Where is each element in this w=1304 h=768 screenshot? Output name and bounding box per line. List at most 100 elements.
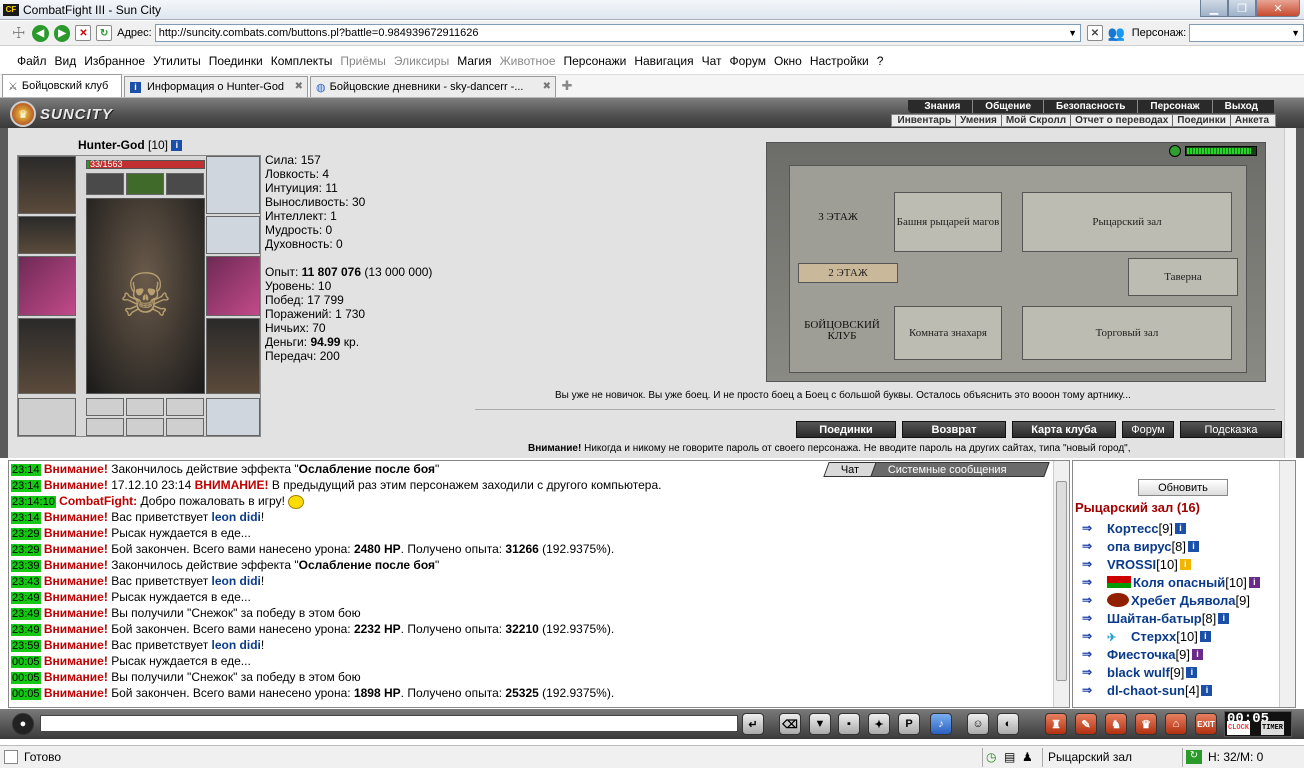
user-name[interactable]: Хребет Дьявола — [1131, 593, 1236, 608]
menu-item[interactable]: Утилиты — [153, 54, 201, 68]
info-icon[interactable]: i — [1191, 648, 1203, 660]
amulet-slot[interactable] — [126, 173, 164, 195]
info-icon[interactable]: i — [1179, 558, 1191, 570]
potion-icon[interactable]: ♜ — [1045, 713, 1067, 735]
sync-icon[interactable]: ↻ — [1186, 750, 1202, 764]
nav-bottom-item[interactable]: Инвентарь — [894, 115, 957, 126]
chat-timestamp[interactable]: 23:14 — [11, 464, 41, 476]
user-row[interactable]: ⇒ black wulf [9] i — [1075, 663, 1260, 681]
chat-nick[interactable]: leon didi — [212, 638, 261, 652]
user-name[interactable]: Шайтан-батыр — [1107, 611, 1202, 626]
info-icon[interactable]: i — [1201, 684, 1213, 696]
chat-timestamp[interactable]: 23:49 — [11, 608, 41, 620]
users-icon[interactable]: 👥 — [1108, 25, 1126, 42]
chat-timestamp[interactable]: 23:29 — [11, 544, 41, 556]
weapon-right-slot[interactable] — [206, 256, 260, 316]
fights-button[interactable]: Поединки — [796, 421, 896, 438]
user-row[interactable]: ⇒ Хребет Дьявола [9] — [1075, 591, 1260, 609]
map-room-knights-hall[interactable]: Рыцарский зал — [1022, 192, 1232, 252]
eraser-icon[interactable]: ⌫ — [779, 713, 801, 735]
user-name[interactable]: Стерхх — [1131, 629, 1176, 644]
maximize-button[interactable]: ❐ — [1228, 0, 1256, 17]
chat-timestamp[interactable]: 23:14:10 — [11, 496, 56, 508]
scroll-icon[interactable]: ✎ — [1075, 713, 1097, 735]
stop-button[interactable]: ✕ — [75, 25, 92, 41]
person-select[interactable]: ▼ — [1189, 24, 1304, 42]
people-icon[interactable]: ♟ — [1022, 750, 1038, 764]
tab-chat[interactable]: Чат — [823, 462, 877, 477]
rune-slot[interactable] — [166, 398, 204, 416]
menu-item[interactable]: Животное — [500, 54, 556, 68]
bracers-slot[interactable] — [18, 216, 76, 254]
tab-system-messages[interactable]: Системные сообщения — [870, 462, 1050, 477]
menu-item[interactable]: Окно — [774, 54, 802, 68]
clock-label[interactable]: CLOCK — [1227, 721, 1251, 735]
chat-nick[interactable]: leon didi — [212, 574, 261, 588]
user-name[interactable]: dl-chaot-sun — [1107, 683, 1185, 698]
back-button[interactable]: ◀ — [31, 24, 49, 42]
chat-input[interactable] — [40, 715, 738, 732]
menu-item[interactable]: Форум — [730, 54, 766, 68]
rune-slot[interactable] — [126, 418, 164, 436]
nav-bottom-item[interactable]: Мой Скролл — [1002, 115, 1072, 126]
private-icon[interactable]: P — [898, 713, 920, 735]
menu-item[interactable]: Вид — [55, 54, 77, 68]
map-floor3-label[interactable]: 3 ЭТАЖ — [808, 212, 868, 223]
char-name[interactable]: Hunter-God — [78, 138, 145, 152]
forum-button[interactable]: Форум — [1122, 421, 1174, 438]
leggings-slot[interactable] — [206, 318, 260, 394]
gloves-slot[interactable] — [206, 156, 260, 214]
map-refresh-icon[interactable] — [1169, 145, 1181, 157]
rune-slot[interactable] — [126, 398, 164, 416]
map-room-floor2[interactable]: 2 ЭТАЖ — [798, 263, 898, 283]
exit-button[interactable]: EXIT — [1195, 713, 1217, 735]
info-icon[interactable]: i — [1186, 666, 1198, 678]
user-name[interactable]: Фиесточка — [1107, 647, 1175, 662]
chat-timestamp[interactable]: 23:39 — [11, 560, 41, 572]
book-icon[interactable]: ▤ — [1004, 750, 1020, 764]
belt-slot[interactable] — [18, 398, 76, 436]
menu-item[interactable]: Файл — [17, 54, 47, 68]
user-row[interactable]: ⇒ Шайтан-батыр [8] i — [1075, 609, 1260, 627]
chat-timestamp[interactable]: 00:05 — [11, 688, 41, 700]
map-room-healer[interactable]: Комната знахаря — [894, 306, 1002, 360]
rune-slot[interactable] — [86, 398, 124, 416]
chat-timestamp[interactable]: 00:05 — [11, 672, 41, 684]
menu-item[interactable]: Избранное — [84, 54, 145, 68]
info-icon[interactable]: i — [1188, 540, 1199, 552]
menu-item[interactable]: Чат — [702, 54, 722, 68]
send-icon[interactable]: ↵ — [742, 713, 764, 735]
chat-mode-icon[interactable]: ● — [12, 713, 34, 735]
helmet-slot[interactable] — [18, 156, 76, 214]
translit-icon[interactable]: ◐ — [997, 713, 1019, 735]
ring-slot[interactable] — [166, 173, 204, 195]
chevron-down-icon[interactable]: ▼ — [1068, 28, 1077, 38]
info-icon[interactable]: i — [1175, 522, 1186, 534]
map-room-knights-tower[interactable]: Башня рыцарей магов — [894, 192, 1002, 252]
forward-button[interactable]: ▶ — [53, 24, 71, 42]
nav-bottom-item[interactable]: Отчет о переводах — [1071, 115, 1174, 126]
chat-timestamp[interactable]: 23:59 — [11, 640, 41, 652]
chat-timestamp[interactable]: 23:14 — [11, 512, 41, 524]
map-fight-club[interactable]: БОЙЦОВСКИЙ КЛУБ — [792, 320, 892, 342]
pin-icon[interactable]: ☩ — [12, 24, 32, 42]
boots-slot[interactable] — [206, 398, 260, 436]
club-map-button[interactable]: Карта клуба — [1012, 421, 1116, 438]
clear-url-icon[interactable]: ✕ — [1087, 25, 1103, 41]
menu-item[interactable]: Магия — [457, 54, 491, 68]
main-scrollbar[interactable] — [1284, 128, 1296, 458]
menu-item[interactable]: Навигация — [634, 54, 693, 68]
nav-bottom-item[interactable]: Анкета — [1231, 115, 1273, 126]
user-row[interactable]: ⇒ ✈ Стерхх [10] i — [1075, 627, 1260, 645]
minimize-button[interactable]: ▁ — [1200, 0, 1228, 17]
user-name[interactable]: Коля опасный — [1133, 575, 1225, 590]
menu-item[interactable]: Комплекты — [271, 54, 333, 68]
chat-timestamp[interactable]: 23:43 — [11, 576, 41, 588]
new-tab-button[interactable]: ✚ — [558, 77, 576, 95]
chat-timestamp[interactable]: 23:29 — [11, 528, 41, 540]
user-name[interactable]: VROSSI — [1107, 557, 1156, 572]
nav-top-item[interactable]: Персонаж — [1138, 100, 1213, 113]
nav-top-item[interactable]: Выход — [1213, 100, 1270, 113]
tab-character-info[interactable]: i Информация о Hunter-God ✖ — [124, 76, 308, 97]
close-tab-icon[interactable]: ✖ — [543, 81, 551, 92]
